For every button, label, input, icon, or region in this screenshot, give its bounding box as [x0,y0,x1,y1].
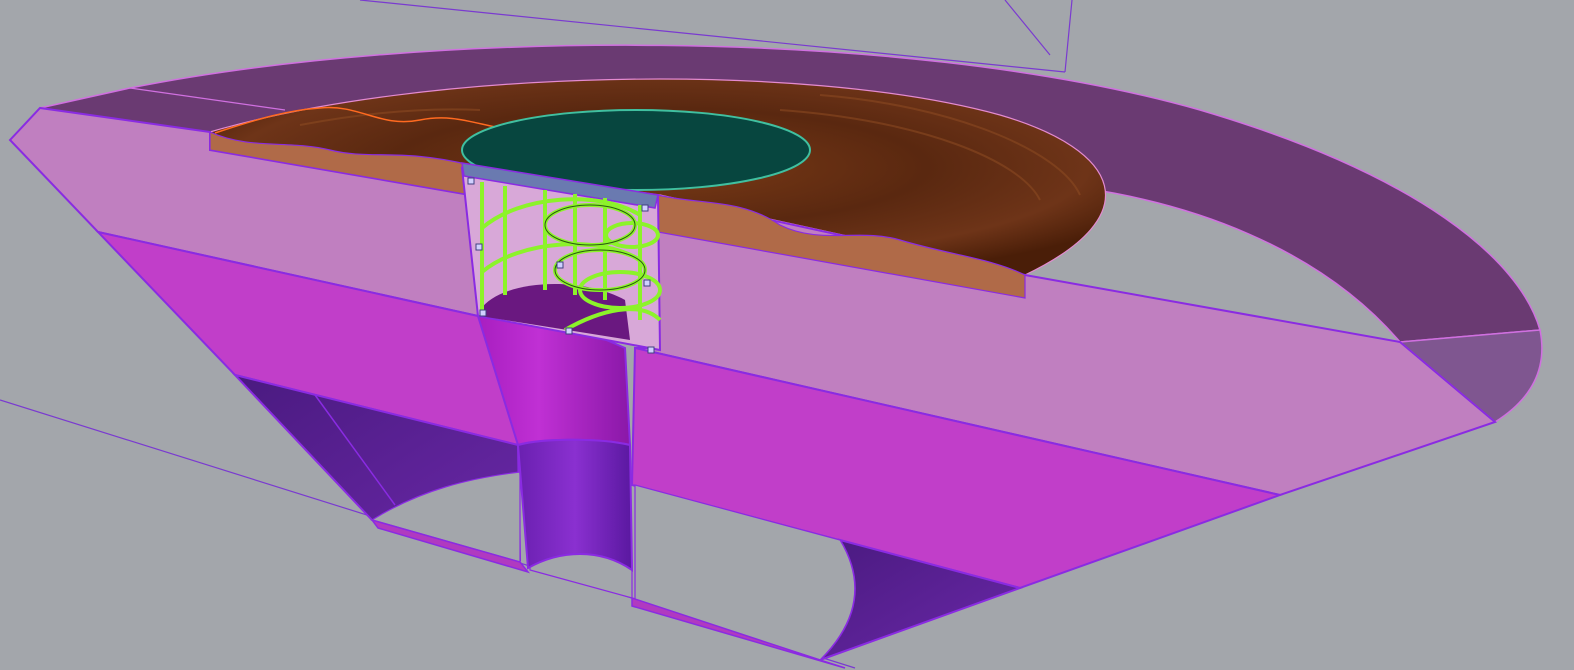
cad-viewport[interactable] [0,0,1574,670]
model-canvas[interactable] [0,0,1574,670]
shaft-lower [516,438,634,572]
